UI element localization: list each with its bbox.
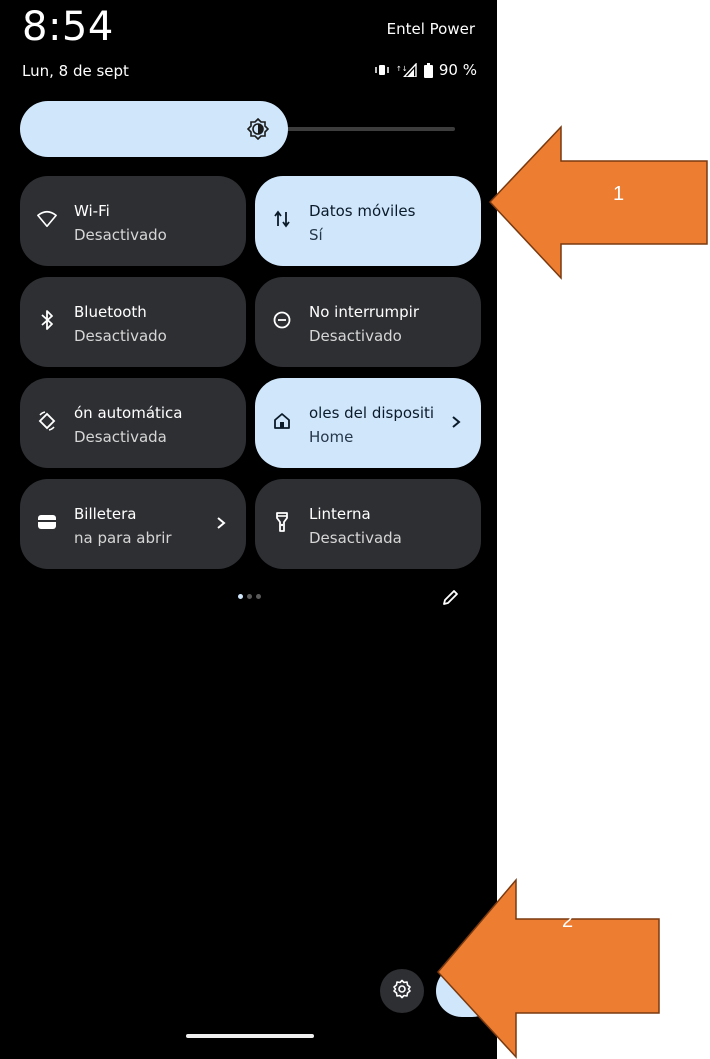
tile-title: No interrumpir	[309, 303, 419, 321]
edit-pencil-icon[interactable]	[440, 588, 460, 612]
tile-flashlight[interactable]: Linterna Desactivada	[255, 479, 481, 569]
status-icons: ↑↓ 90 %	[374, 61, 477, 79]
tile-title: Bluetooth	[74, 303, 147, 321]
tile-mobile-data[interactable]: Datos móviles Sí	[255, 176, 481, 266]
tile-title: Wi-Fi	[74, 202, 110, 220]
vibrate-icon	[374, 64, 390, 76]
tile-title: Billetera	[74, 505, 137, 523]
page-dot	[256, 594, 261, 599]
tile-wifi[interactable]: Wi-Fi Desactivado	[20, 176, 246, 266]
quick-settings-panel: 8:54 Entel Power Lun, 8 de sept ↑↓ 90 %	[0, 0, 497, 1059]
battery-icon	[423, 62, 433, 78]
tile-status: Desactivado	[309, 327, 402, 345]
tile-device-controls[interactable]: oles del dispositi Home	[255, 378, 481, 468]
auto-rotate-icon	[37, 411, 57, 431]
page-indicator	[238, 594, 261, 599]
tile-wallet[interactable]: Billetera na para abrir	[20, 479, 246, 569]
brightness-icon	[246, 117, 270, 144]
wifi-icon	[37, 209, 57, 229]
page-dot	[247, 594, 252, 599]
battery-percent: 90 %	[438, 61, 477, 79]
home-icon	[272, 411, 292, 431]
tile-status: na para abrir	[74, 529, 172, 547]
tile-title: Datos móviles	[309, 202, 416, 220]
signal-icon: ↑↓	[396, 63, 418, 77]
chevron-right-icon	[449, 412, 463, 432]
flashlight-icon	[272, 512, 292, 532]
tile-status: Desactivada	[309, 529, 402, 547]
date: Lun, 8 de sept	[22, 62, 129, 80]
tile-do-not-disturb[interactable]: No interrumpir Desactivado	[255, 277, 481, 367]
bluetooth-icon	[37, 310, 57, 330]
gear-icon	[392, 979, 412, 1003]
annotation-arrow-1	[488, 125, 708, 280]
clock: 8:54	[22, 4, 114, 50]
tile-bluetooth[interactable]: Bluetooth Desactivado	[20, 277, 246, 367]
tile-status: Desactivado	[74, 226, 167, 244]
settings-button[interactable]	[380, 969, 424, 1013]
carrier-name: Entel Power	[386, 20, 475, 38]
brightness-slider[interactable]	[20, 101, 457, 157]
navigation-handle[interactable]	[186, 1034, 314, 1038]
annotation-label-1: 1	[613, 183, 625, 205]
tile-title: ón automática	[74, 404, 183, 422]
tile-status: Desactivada	[74, 428, 167, 446]
mobile-data-icon	[272, 209, 292, 229]
tile-auto-rotate[interactable]: ón automática Desactivada	[20, 378, 246, 468]
tile-status: Desactivado	[74, 327, 167, 345]
tile-title: Linterna	[309, 505, 371, 523]
tile-title: oles del dispositi	[309, 404, 435, 422]
page-dot	[238, 594, 243, 599]
tile-status: Sí	[309, 226, 323, 244]
wallet-icon	[37, 512, 57, 532]
annotation-arrow-2	[437, 878, 660, 1059]
annotation-label-2: 2	[562, 910, 574, 932]
chevron-right-icon	[214, 513, 228, 533]
do-not-disturb-icon	[272, 310, 292, 330]
tile-status: Home	[309, 428, 354, 446]
svg-text:↑↓: ↑↓	[396, 65, 408, 73]
